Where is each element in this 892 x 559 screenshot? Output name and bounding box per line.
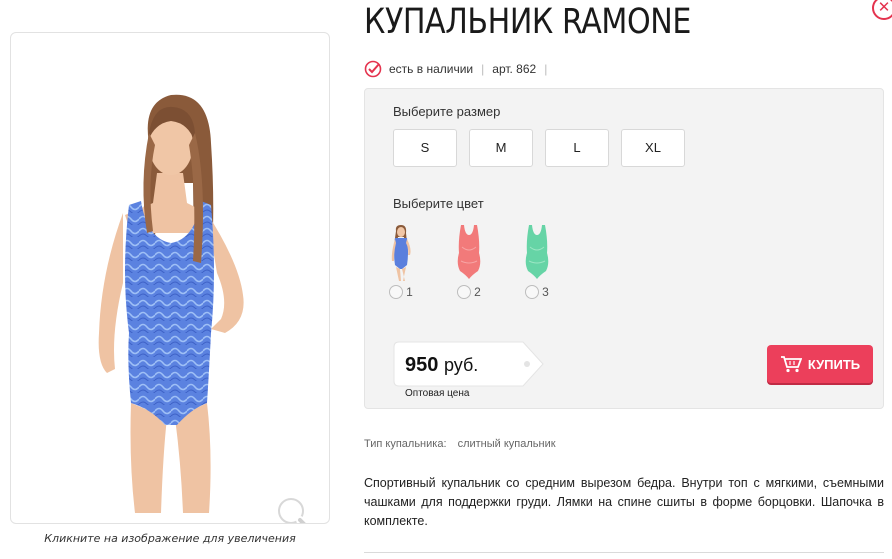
buy-button[interactable]: КУПИТЬ xyxy=(767,345,873,383)
size-list: S M L XL xyxy=(393,129,685,167)
color-thumb-1 xyxy=(391,225,411,281)
image-caption: Кликните на изображение для увеличения xyxy=(44,532,296,545)
type-label: Тип купальника: xyxy=(364,438,447,450)
color-radio-3[interactable]: 3 xyxy=(515,285,559,299)
size-label: Выберите размер xyxy=(393,104,501,119)
product-image[interactable] xyxy=(10,32,330,524)
separator: | xyxy=(544,62,548,76)
color-thumb-2 xyxy=(457,225,481,279)
product-description: Спортивный купальник со средним вырезом … xyxy=(364,476,884,528)
divider xyxy=(364,552,884,553)
price-amount: 950 xyxy=(405,354,439,376)
size-option-m[interactable]: M xyxy=(469,129,533,167)
wholesale-note: Оптовая цена xyxy=(405,388,470,399)
size-option-s[interactable]: S xyxy=(393,129,457,167)
radio-circle[interactable] xyxy=(457,285,472,299)
price-currency: руб. xyxy=(443,355,479,375)
color-number-2: 2 xyxy=(474,285,481,299)
color-number-3: 3 xyxy=(542,285,549,299)
color-radio-1[interactable]: 1 xyxy=(379,285,423,299)
zoom-icon[interactable] xyxy=(273,493,319,524)
color-label: Выберите цвет xyxy=(393,196,484,211)
model-photo xyxy=(98,94,244,513)
check-icon xyxy=(364,60,382,78)
size-option-xl[interactable]: XL xyxy=(621,129,685,167)
color-option-3[interactable]: 3 xyxy=(515,223,559,299)
product-title: КУПАЛЬНИК RAMONE xyxy=(364,2,691,42)
color-number-1: 1 xyxy=(406,285,413,299)
radio-circle[interactable] xyxy=(389,285,404,299)
swimsuit-type: Тип купальника: слитный купальник xyxy=(364,438,556,450)
color-option-1[interactable]: 1 xyxy=(379,223,423,299)
separator: | xyxy=(481,62,485,76)
radio-circle[interactable] xyxy=(525,285,540,299)
size-option-l[interactable]: L xyxy=(545,129,609,167)
sku: арт. 862 xyxy=(492,62,537,76)
type-value: слитный купальник xyxy=(457,438,556,450)
color-option-2[interactable]: 2 xyxy=(447,223,491,299)
stock-status: есть в наличии xyxy=(389,62,474,76)
cart-icon xyxy=(780,356,802,373)
color-thumb-3 xyxy=(525,225,549,279)
buy-button-label: КУПИТЬ xyxy=(807,356,861,372)
price-tag: 950 руб. xyxy=(393,341,545,387)
close-icon[interactable]: ✕ xyxy=(872,0,892,20)
stock-row: есть в наличии | арт. 862 | xyxy=(364,60,555,78)
options-panel: Выберите размер S M L XL Выберите цвет 1 xyxy=(364,88,884,409)
color-radio-2[interactable]: 2 xyxy=(447,285,491,299)
price: 950 руб. xyxy=(405,354,478,377)
